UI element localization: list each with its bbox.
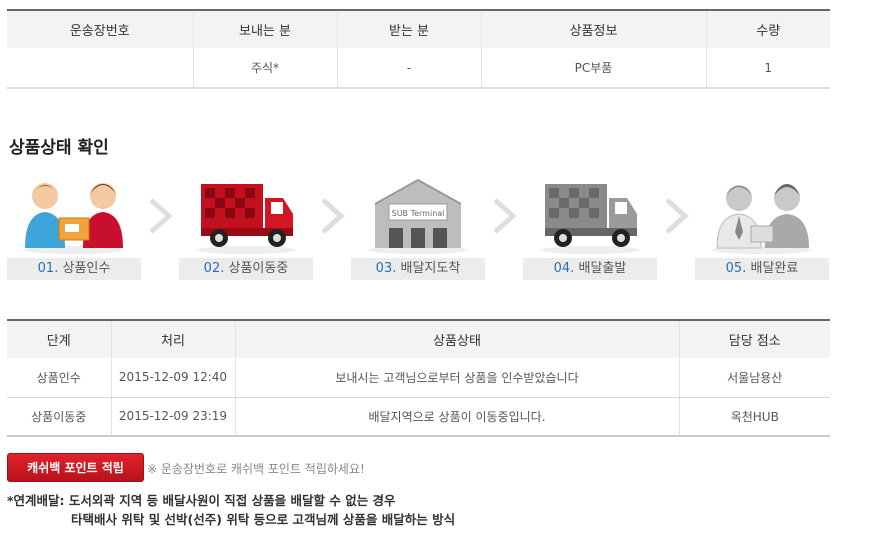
- status-cell: 배달지역으로 상품이 이동중입니다.: [234, 397, 679, 437]
- status-cell: 보내시는 고객님으로부터 상품을 인수받았습니다: [234, 358, 679, 398]
- step-5: 05. 배달완료: [695, 176, 829, 282]
- table-row: 상품인수 2015-12-09 12:40 보내시는 고객님으로부터 상품을 인…: [7, 358, 830, 398]
- shipment-header-row: 운송장번호 보내는 분 받는 분 상품정보 수량: [7, 10, 830, 48]
- chevron-right-icon: [493, 198, 517, 234]
- header-processed: 처리: [110, 320, 235, 358]
- step-1-label: 01. 상품인수: [7, 258, 141, 280]
- handover-people-icon: [7, 176, 141, 256]
- shipment-row: 주식* - PC부품 1: [7, 48, 830, 89]
- status-header-row: 단계 처리 상품상태 담당 점소: [7, 320, 830, 358]
- header-stage: 단계: [7, 320, 111, 358]
- section-title: 상품상태 확인: [9, 138, 109, 158]
- chevron-right-icon: [665, 198, 689, 234]
- step-4: 04. 배달출발: [523, 176, 657, 282]
- stage-cell: 상품인수: [7, 358, 111, 398]
- quantity-cell: 1: [705, 48, 830, 89]
- gray-truck-icon: [523, 176, 657, 256]
- delivery-steps: 01. 상품인수 02. 상품이동중 SUB Terminal 03. 배달지도…: [7, 176, 837, 282]
- cashback-points-button[interactable]: 캐쉬백 포인트 적립: [7, 453, 144, 482]
- table-row: 상품이동중 2015-12-09 23:19 배달지역으로 상품이 이동중입니다…: [7, 397, 830, 437]
- red-truck-icon: [179, 176, 313, 256]
- footnote: *연계배달: 도서외곽 지역 등 배달사원이 직접 상품을 배달할 수 없는 경…: [7, 491, 455, 529]
- step-4-label: 04. 배달출발: [523, 258, 657, 280]
- footnote-line-1: *연계배달: 도서외곽 지역 등 배달사원이 직접 상품을 배달할 수 없는 경…: [7, 493, 396, 508]
- time-cell: 2015-12-09 12:40: [110, 358, 235, 398]
- step-2-label: 02. 상품이동중: [179, 258, 313, 280]
- branch-cell: 서울남용산: [678, 358, 830, 398]
- shipment-table: 운송장번호 보내는 분 받는 분 상품정보 수량 주식* - PC부품 1: [7, 9, 830, 89]
- chevron-right-icon: [149, 198, 173, 234]
- warehouse-icon: SUB Terminal: [351, 176, 485, 256]
- footnote-line-2: 타택배사 위탁 및 선박(선주) 위탁 등으로 고객님께 상품을 배달하는 방식: [71, 512, 456, 527]
- receiver-cell: -: [336, 48, 481, 89]
- tracking-number-cell: [7, 48, 193, 89]
- stage-cell: 상품이동중: [7, 397, 111, 437]
- header-tracking-number: 운송장번호: [7, 10, 193, 48]
- step-1: 01. 상품인수: [7, 176, 141, 282]
- step-3-label: 03. 배달지도착: [351, 258, 485, 280]
- status-table: 단계 처리 상품상태 담당 점소 상품인수 2015-12-09 12:40 보…: [7, 319, 830, 437]
- header-sender: 보내는 분: [192, 10, 337, 48]
- header-product-status: 상품상태: [234, 320, 679, 358]
- product-info-cell: PC부품: [480, 48, 706, 89]
- step-5-label: 05. 배달완료: [695, 258, 829, 280]
- chevron-right-icon: [321, 198, 345, 234]
- header-quantity: 수량: [705, 10, 830, 48]
- header-branch: 담당 점소: [678, 320, 830, 358]
- sender-cell: 주식*: [192, 48, 337, 89]
- terminal-sign: SUB Terminal: [392, 209, 445, 218]
- step-3: SUB Terminal 03. 배달지도착: [351, 176, 485, 282]
- delivered-people-icon: [695, 176, 829, 256]
- step-2: 02. 상품이동중: [179, 176, 313, 282]
- header-product-info: 상품정보: [480, 10, 706, 48]
- branch-cell: 옥천HUB: [678, 397, 830, 437]
- cashback-note: ※ 운송장번호로 캐쉬백 포인트 적립하세요!: [147, 462, 365, 476]
- header-receiver: 받는 분: [336, 10, 481, 48]
- time-cell: 2015-12-09 23:19: [110, 397, 235, 437]
